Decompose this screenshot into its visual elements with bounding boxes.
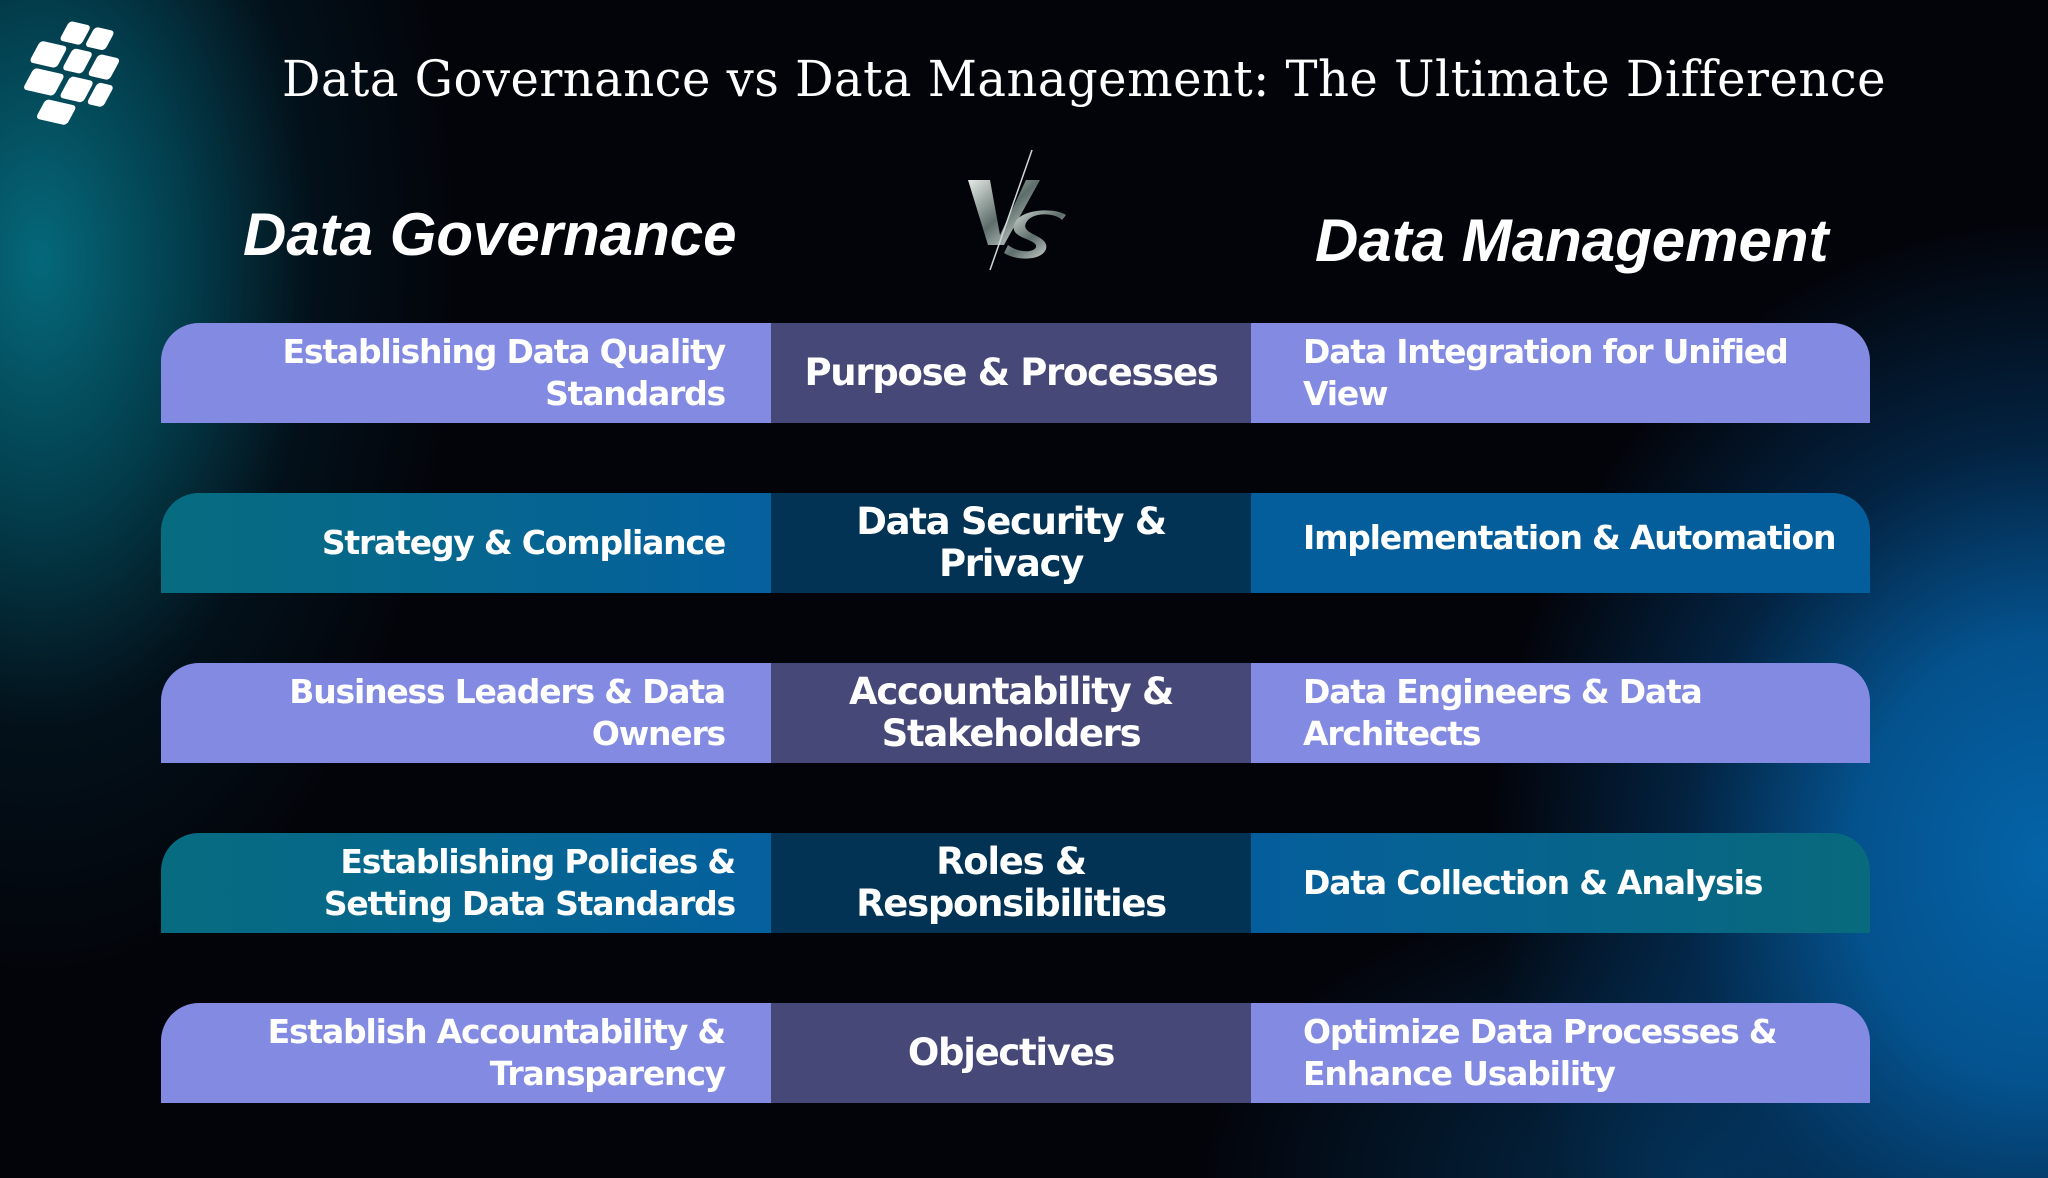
aspect-cell: Data Security & Privacy bbox=[771, 493, 1251, 593]
aspect-cell: Roles & Responsibilities bbox=[771, 833, 1251, 933]
data-governance-heading: Data Governance bbox=[243, 201, 737, 268]
management-cell: Data Engineers & Data Architects bbox=[1251, 663, 1870, 763]
governance-cell: Establishing Data Quality Standards bbox=[161, 323, 771, 423]
governance-cell: Establishing Policies & Setting Data Sta… bbox=[161, 833, 771, 933]
aspect-cell: Accountability & Stakeholders bbox=[771, 663, 1251, 763]
comparison-row-1: Establishing Data Quality Standards Purp… bbox=[161, 323, 1870, 423]
governance-cell: Establish Accountability & Transparency bbox=[161, 1003, 771, 1103]
governance-cell: Strategy & Compliance bbox=[161, 493, 771, 593]
page-title: Data Governance vs Data Management: The … bbox=[282, 50, 1887, 108]
management-cell: Implementation & Automation bbox=[1251, 493, 1870, 593]
aspect-cell: Objectives bbox=[771, 1003, 1251, 1103]
comparison-row-2: Strategy & Compliance Data Security & Pr… bbox=[161, 493, 1870, 593]
aspect-cell: Purpose & Processes bbox=[771, 323, 1251, 423]
comparison-row-5: Establish Accountability & Transparency … bbox=[161, 1003, 1870, 1103]
comparison-row-4: Establishing Policies & Setting Data Sta… bbox=[161, 833, 1870, 933]
governance-cell: Business Leaders & Data Owners bbox=[161, 663, 771, 763]
data-management-heading: Data Management bbox=[1315, 207, 1829, 274]
vs-icon bbox=[968, 149, 1066, 271]
management-cell: Data Collection & Analysis bbox=[1251, 833, 1870, 933]
management-cell: Data Integration for Unified View bbox=[1251, 323, 1870, 423]
management-cell: Optimize Data Processes & Enhance Usabil… bbox=[1251, 1003, 1870, 1103]
company-logo-icon bbox=[24, 21, 120, 125]
comparison-row-3: Business Leaders & Data Owners Accountab… bbox=[161, 663, 1870, 763]
